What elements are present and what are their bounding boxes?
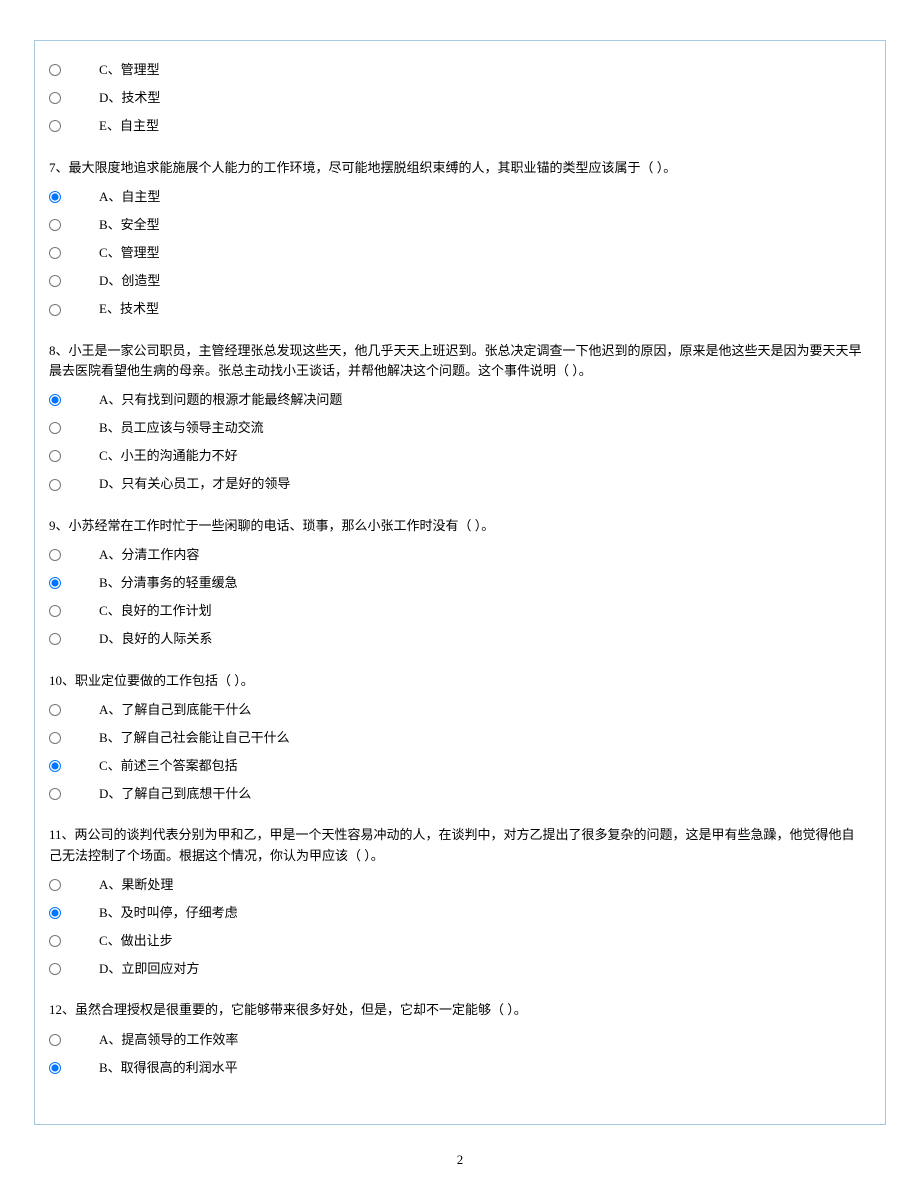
option-row: C、管理型	[49, 61, 867, 79]
option-radio[interactable]	[49, 577, 61, 589]
option-row: A、了解自己到底能干什么	[49, 701, 867, 719]
option-label: C、前述三个答案都包括	[99, 757, 867, 775]
page-container: C、管理型 D、技术型 E、自主型 7、最大限度地追求能施展个人能力的工作环境，…	[0, 0, 920, 1191]
option-radio[interactable]	[49, 879, 61, 891]
option-row: E、技术型	[49, 300, 867, 318]
option-row: E、自主型	[49, 117, 867, 135]
option-radio[interactable]	[49, 120, 61, 132]
option-label: D、立即回应对方	[99, 960, 867, 978]
option-row: B、及时叫停，仔细考虑	[49, 904, 867, 922]
option-label: C、良好的工作计划	[99, 602, 867, 620]
option-label: A、了解自己到底能干什么	[99, 701, 867, 719]
option-label: E、技术型	[99, 300, 867, 318]
option-row: D、技术型	[49, 89, 867, 107]
option-radio[interactable]	[49, 935, 61, 947]
option-row: C、小王的沟通能力不好	[49, 447, 867, 465]
option-label: B、员工应该与领导主动交流	[99, 419, 867, 437]
question-8: 8、小王是一家公司职员，主管经理张总发现这些天，他几乎天天上班迟到。张总决定调查…	[49, 341, 867, 494]
option-label: D、只有关心员工，才是好的领导	[99, 475, 867, 493]
option-row: B、员工应该与领导主动交流	[49, 419, 867, 437]
option-radio[interactable]	[49, 760, 61, 772]
option-label: A、只有找到问题的根源才能最终解决问题	[99, 391, 867, 409]
option-label: E、自主型	[99, 117, 867, 135]
option-radio[interactable]	[49, 422, 61, 434]
option-radio[interactable]	[49, 479, 61, 491]
option-label: B、取得很高的利润水平	[99, 1059, 867, 1077]
option-radio[interactable]	[49, 605, 61, 617]
option-row: B、分清事务的轻重缓急	[49, 574, 867, 592]
option-row: C、良好的工作计划	[49, 602, 867, 620]
option-label: C、管理型	[99, 61, 867, 79]
question-7: 7、最大限度地追求能施展个人能力的工作环境，尽可能地摆脱组织束缚的人，其职业锚的…	[49, 158, 867, 319]
question-11: 11、两公司的谈判代表分别为甲和乙，甲是一个天性容易冲动的人，在谈判中，对方乙提…	[49, 825, 867, 978]
option-label: C、管理型	[99, 244, 867, 262]
option-radio[interactable]	[49, 191, 61, 203]
page-number: 2	[0, 1151, 920, 1169]
question-12: 12、虽然合理授权是很重要的，它能够带来很多好处，但是，它却不一定能够（ ）。 …	[49, 1000, 867, 1077]
option-label: B、及时叫停，仔细考虑	[99, 904, 867, 922]
orphan-options-group: C、管理型 D、技术型 E、自主型	[49, 61, 867, 136]
option-row: D、创造型	[49, 272, 867, 290]
option-row: D、了解自己到底想干什么	[49, 785, 867, 803]
option-label: B、了解自己社会能让自己干什么	[99, 729, 867, 747]
option-radio[interactable]	[49, 732, 61, 744]
option-row: A、提高领导的工作效率	[49, 1031, 867, 1049]
option-label: A、提高领导的工作效率	[99, 1031, 867, 1049]
option-radio[interactable]	[49, 963, 61, 975]
option-radio[interactable]	[49, 907, 61, 919]
question-stem: 9、小苏经常在工作时忙于一些闲聊的电话、琐事，那么小张工作时没有（ ）。	[49, 516, 867, 536]
option-radio[interactable]	[49, 275, 61, 287]
option-row: D、立即回应对方	[49, 960, 867, 978]
question-stem: 11、两公司的谈判代表分别为甲和乙，甲是一个天性容易冲动的人，在谈判中，对方乙提…	[49, 825, 867, 865]
option-radio[interactable]	[49, 304, 61, 316]
option-label: C、小王的沟通能力不好	[99, 447, 867, 465]
option-radio[interactable]	[49, 394, 61, 406]
option-row: C、前述三个答案都包括	[49, 757, 867, 775]
option-label: A、果断处理	[99, 876, 867, 894]
option-row: D、良好的人际关系	[49, 630, 867, 648]
option-label: A、分清工作内容	[99, 546, 867, 564]
option-row: B、安全型	[49, 216, 867, 234]
option-radio[interactable]	[49, 704, 61, 716]
option-label: B、分清事务的轻重缓急	[99, 574, 867, 592]
option-row: A、只有找到问题的根源才能最终解决问题	[49, 391, 867, 409]
option-radio[interactable]	[49, 64, 61, 76]
option-radio[interactable]	[49, 92, 61, 104]
question-9: 9、小苏经常在工作时忙于一些闲聊的电话、琐事，那么小张工作时没有（ ）。 A、分…	[49, 516, 867, 649]
option-label: D、良好的人际关系	[99, 630, 867, 648]
option-row: A、自主型	[49, 188, 867, 206]
question-stem: 7、最大限度地追求能施展个人能力的工作环境，尽可能地摆脱组织束缚的人，其职业锚的…	[49, 158, 867, 178]
option-radio[interactable]	[49, 247, 61, 259]
option-label: D、了解自己到底想干什么	[99, 785, 867, 803]
option-radio[interactable]	[49, 633, 61, 645]
option-radio[interactable]	[49, 1062, 61, 1074]
option-row: A、分清工作内容	[49, 546, 867, 564]
option-row: D、只有关心员工，才是好的领导	[49, 475, 867, 493]
option-radio[interactable]	[49, 788, 61, 800]
option-row: B、取得很高的利润水平	[49, 1059, 867, 1077]
option-label: C、做出让步	[99, 932, 867, 950]
option-radio[interactable]	[49, 450, 61, 462]
question-stem: 12、虽然合理授权是很重要的，它能够带来很多好处，但是，它却不一定能够（ ）。	[49, 1000, 867, 1020]
option-label: D、技术型	[99, 89, 867, 107]
option-label: B、安全型	[99, 216, 867, 234]
question-stem: 10、职业定位要做的工作包括（ ）。	[49, 671, 867, 691]
option-radio[interactable]	[49, 1034, 61, 1046]
option-radio[interactable]	[49, 219, 61, 231]
option-row: B、了解自己社会能让自己干什么	[49, 729, 867, 747]
option-row: A、果断处理	[49, 876, 867, 894]
option-row: C、管理型	[49, 244, 867, 262]
option-label: A、自主型	[99, 188, 867, 206]
option-radio[interactable]	[49, 549, 61, 561]
option-row: C、做出让步	[49, 932, 867, 950]
content-frame: C、管理型 D、技术型 E、自主型 7、最大限度地追求能施展个人能力的工作环境，…	[34, 40, 886, 1125]
question-10: 10、职业定位要做的工作包括（ ）。 A、了解自己到底能干什么 B、了解自己社会…	[49, 671, 867, 804]
option-label: D、创造型	[99, 272, 867, 290]
question-stem: 8、小王是一家公司职员，主管经理张总发现这些天，他几乎天天上班迟到。张总决定调查…	[49, 341, 867, 381]
